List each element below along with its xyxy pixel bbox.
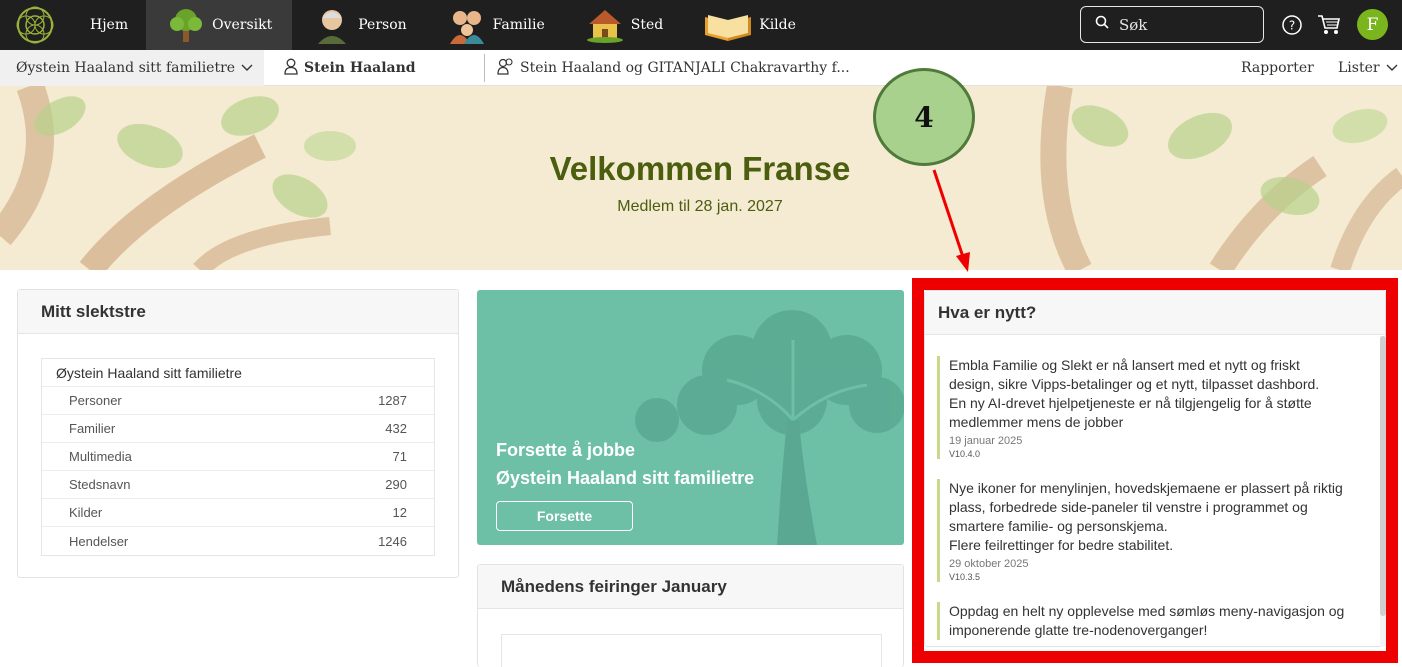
whats-new-title: Hva er nytt? bbox=[925, 291, 1385, 335]
table-row[interactable]: Personer 1287 bbox=[42, 387, 434, 415]
tree-stats-name[interactable]: Øystein Haaland sitt familietre bbox=[42, 359, 434, 387]
tree-selector[interactable]: Øystein Haaland sitt familietre bbox=[0, 50, 264, 86]
family-icon bbox=[447, 5, 487, 45]
continue-line-1: Forsette å jobbe bbox=[496, 440, 636, 460]
tree-icon bbox=[166, 5, 206, 45]
news-text: Embla Familie og Slekt er nå lansert med… bbox=[949, 357, 1320, 392]
news-text: Oppdag en helt ny opplevelse med sømløs … bbox=[949, 603, 1345, 638]
news-version: V10.4.0 bbox=[949, 449, 981, 459]
stat-value: 432 bbox=[385, 421, 407, 436]
news-text: En ny AI-drevet hjelpetjeneste er nå til… bbox=[949, 395, 1312, 430]
news-version: V10.3.5 bbox=[949, 572, 981, 582]
nav-family[interactable]: Familie bbox=[427, 0, 565, 50]
news-list[interactable]: Embla Familie og Slekt er nå lansert med… bbox=[925, 336, 1380, 647]
stat-value: 1246 bbox=[378, 533, 407, 549]
welcome-title: Velkommen Franse bbox=[549, 150, 851, 187]
whats-new-card: Hva er nytt? Embla Familie og Slekt er n… bbox=[924, 290, 1386, 647]
nav-home-label: Hjem bbox=[90, 17, 129, 33]
news-date: 29 oktober 2025 bbox=[949, 558, 1029, 570]
nav-person-label: Person bbox=[358, 17, 407, 33]
lists-label: Lister bbox=[1338, 60, 1380, 76]
nav-source[interactable]: Kilde bbox=[683, 0, 816, 50]
stat-value: 12 bbox=[392, 505, 407, 520]
house-icon bbox=[585, 5, 625, 45]
search-box[interactable] bbox=[1080, 6, 1264, 43]
reports-label: Rapporter bbox=[1241, 60, 1314, 76]
tree-selector-label: Øystein Haaland sitt familietre bbox=[16, 60, 236, 76]
continue-button[interactable]: Forsette bbox=[496, 501, 633, 531]
news-scrollbar-thumb[interactable] bbox=[1380, 336, 1386, 616]
context-bar: Øystein Haaland sitt familietre Stein Ha… bbox=[0, 50, 1402, 86]
nav-person[interactable]: Person bbox=[292, 0, 426, 50]
top-navigation-bar: Hjem Oversikt Person Familie Sted Kilde … bbox=[0, 0, 1402, 50]
table-row[interactable]: Stedsnavn 290 bbox=[42, 471, 434, 499]
reports-menu[interactable]: Rapporter bbox=[1241, 50, 1314, 86]
chevron-down-icon bbox=[241, 60, 253, 76]
stat-label: Kilder bbox=[69, 505, 103, 520]
news-text: Flere feilrettinger for bedre stabilitet… bbox=[949, 537, 1174, 553]
list-item: Oppdag en helt ny opplevelse med sømløs … bbox=[937, 602, 1347, 640]
current-person-name: Stein Haaland bbox=[304, 60, 416, 76]
news-text: Nye ikoner for menylinjen, hovedskjemaen… bbox=[949, 480, 1343, 534]
stat-label: Familier bbox=[69, 421, 116, 436]
cart-icon[interactable] bbox=[1316, 12, 1342, 38]
svg-text:?: ? bbox=[1289, 19, 1295, 33]
nav-overview-label: Oversikt bbox=[212, 17, 273, 33]
nav-overview[interactable]: Oversikt bbox=[146, 0, 293, 50]
nav-source-label: Kilde bbox=[759, 17, 796, 33]
continue-tree-name: Øystein Haaland sitt familietre bbox=[496, 468, 755, 488]
celebrations-card: Månedens feiringer January bbox=[477, 564, 904, 667]
table-row[interactable]: Multimedia 71 bbox=[42, 443, 434, 471]
person-icon bbox=[312, 5, 352, 45]
tree-name: Øystein Haaland sitt familietre bbox=[56, 364, 242, 381]
chevron-down-icon bbox=[1386, 60, 1398, 76]
stat-value: 71 bbox=[392, 449, 407, 464]
celebrations-title: Månedens feiringer January bbox=[478, 565, 903, 609]
current-person-link[interactable]: Stein Haaland bbox=[284, 50, 416, 86]
search-icon bbox=[1095, 15, 1109, 34]
membership-text: Medlem til 28 jan. 2027 bbox=[617, 198, 783, 215]
book-icon bbox=[703, 5, 753, 45]
stat-label: Hendelser bbox=[69, 533, 129, 549]
my-tree-card: Mitt slektstre Øystein Haaland sitt fami… bbox=[17, 289, 459, 578]
list-item: Nye ikoner for menylinjen, hovedskjemaen… bbox=[937, 479, 1347, 582]
table-row[interactable]: Kilder 12 bbox=[42, 499, 434, 527]
stat-label: Multimedia bbox=[69, 449, 132, 464]
continue-working-card: Forsette å jobbe Øystein Haaland sitt fa… bbox=[477, 290, 904, 545]
celebrations-list bbox=[501, 634, 882, 667]
stat-label: Stedsnavn bbox=[69, 477, 131, 492]
nav-place-label: Sted bbox=[630, 17, 664, 33]
step-callout-badge: 4 bbox=[873, 68, 975, 166]
news-date: 19 januar 2025 bbox=[949, 435, 1023, 447]
search-input[interactable] bbox=[1119, 15, 1249, 34]
stat-label: Personer bbox=[69, 393, 122, 408]
table-row[interactable]: Hendelser 1246 bbox=[42, 527, 434, 555]
stat-value: 1287 bbox=[378, 393, 407, 408]
stat-value: 290 bbox=[385, 477, 407, 492]
user-avatar[interactable]: F bbox=[1357, 9, 1388, 40]
help-icon[interactable]: ? bbox=[1279, 12, 1305, 38]
embla-logo-icon[interactable] bbox=[0, 0, 70, 50]
person-outline-icon bbox=[284, 58, 298, 79]
current-family-name: Stein Haaland og GITANJALI Chakravarthy … bbox=[520, 60, 850, 76]
my-tree-title: Mitt slektstre bbox=[18, 290, 458, 334]
welcome-banner: Velkommen Franse Medlem til 28 jan. 2027 bbox=[0, 86, 1402, 270]
nav-home[interactable]: Hjem bbox=[70, 0, 146, 50]
callout-arrow-icon bbox=[932, 169, 970, 272]
current-family-link[interactable]: Stein Haaland og GITANJALI Chakravarthy … bbox=[484, 54, 850, 82]
nav-family-label: Familie bbox=[492, 17, 545, 33]
list-item: Embla Familie og Slekt er nå lansert med… bbox=[937, 356, 1347, 459]
couple-outline-icon bbox=[497, 57, 515, 79]
lists-menu[interactable]: Lister bbox=[1338, 50, 1398, 86]
nav-place[interactable]: Sted bbox=[565, 0, 683, 50]
table-row[interactable]: Familier 432 bbox=[42, 415, 434, 443]
tree-stats-table: Øystein Haaland sitt familietre Personer… bbox=[41, 358, 435, 556]
